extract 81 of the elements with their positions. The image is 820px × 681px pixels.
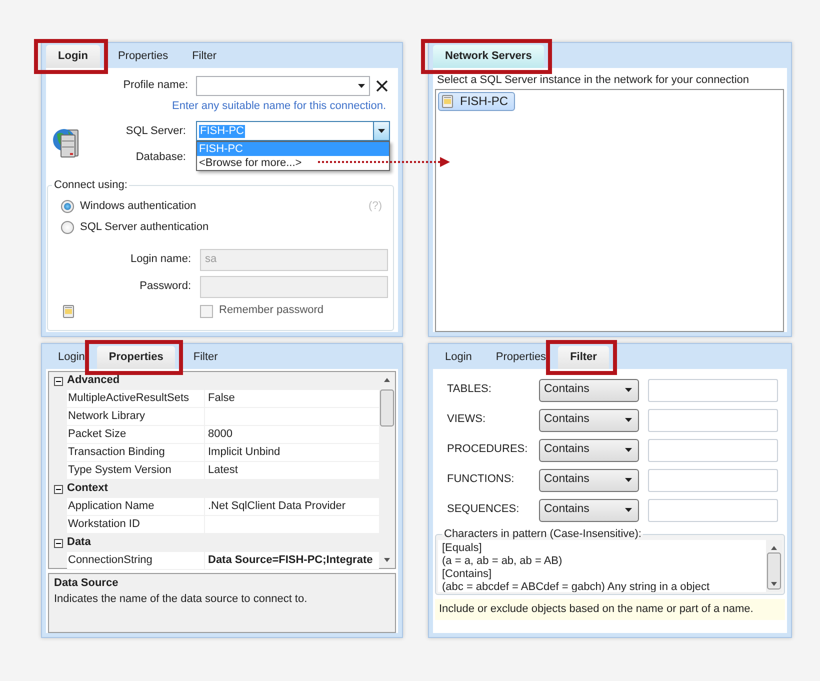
collapse-icon[interactable] <box>54 538 62 548</box>
caret-icon <box>625 418 632 422</box>
property-value: False <box>205 390 379 408</box>
tab[interactable]: Properties <box>106 44 180 68</box>
filter-input-field[interactable] <box>648 438 778 462</box>
field-label: VIEWS: <box>447 413 487 427</box>
collapse-icon[interactable] <box>54 376 62 386</box>
property-name: Transaction Binding <box>67 444 205 462</box>
pattern-line: [Contains] <box>442 568 493 581</box>
match-mode-dropdown[interactable]: Contains <box>539 438 639 462</box>
tab[interactable]: Login <box>433 346 484 369</box>
tab[interactable]: Filter <box>558 346 609 369</box>
caret-icon <box>625 508 632 512</box>
caret-icon <box>625 448 632 452</box>
filter-input-field[interactable] <box>648 468 778 492</box>
field-label: Login name: <box>129 252 191 266</box>
property-name: ConnectionString <box>67 552 205 570</box>
field-label: SEQUENCES: <box>447 503 520 517</box>
scrollbar[interactable] <box>766 540 782 592</box>
close-icon[interactable] <box>376 80 388 92</box>
field-label: FUNCTIONS: <box>447 473 516 487</box>
property-name: Type System Version <box>67 462 205 480</box>
filter-input-field[interactable] <box>648 498 778 522</box>
tab[interactable]: Login <box>46 44 100 68</box>
group-title: Characters in pattern (Case-Insensitive): <box>443 529 642 540</box>
filter-input-field[interactable] <box>648 408 778 432</box>
pattern-line: [Equals] <box>442 542 483 555</box>
property-name: MultipleActiveResultSets <box>67 390 205 408</box>
property-name: Network Library <box>67 408 205 426</box>
tab[interactable]: Filter <box>180 44 229 68</box>
caret-icon <box>625 478 632 482</box>
tab[interactable]: Login <box>46 346 97 369</box>
field-label: Profile name: <box>122 79 188 93</box>
tab[interactable]: Network Servers <box>433 44 544 68</box>
field-label: Password: <box>138 280 191 294</box>
match-mode-dropdown[interactable]: Contains <box>539 378 639 402</box>
scrollbar[interactable] <box>379 372 395 568</box>
property-value: .Net SqlClient Data Provider <box>205 498 379 516</box>
description-title: Data Source <box>54 577 120 590</box>
caret-icon <box>625 388 632 392</box>
pattern-line: (a = a, ab = ab, ab = AB) <box>442 555 564 568</box>
field-label: PROCEDURES: <box>447 443 529 457</box>
caret-icon <box>358 84 365 88</box>
hint-text: Enter any suitable name for this connection. <box>170 100 387 114</box>
match-mode-dropdown[interactable]: Contains <box>539 408 639 432</box>
description-text: Indicates the name of the data source to connect to. <box>54 593 308 606</box>
property-name: Packet Size <box>67 426 205 444</box>
collapse-icon[interactable] <box>54 484 62 494</box>
radio-button[interactable] <box>61 200 74 214</box>
field-label: SQL Server: <box>124 124 186 138</box>
filter-input-field[interactable] <box>648 378 778 402</box>
instruction-text: Select a SQL Server instance in the network for your connection <box>436 74 750 88</box>
radio-label: Windows authentication <box>80 200 196 214</box>
radio-button[interactable] <box>61 221 74 234</box>
group-title: Connect using: <box>53 180 128 192</box>
document-icon <box>441 94 454 110</box>
property-value: 8000 <box>205 426 379 444</box>
tab[interactable]: Properties <box>484 346 558 369</box>
property-name: Workstation ID <box>67 516 205 534</box>
document-icon <box>62 304 75 319</box>
tab[interactable]: Filter <box>181 346 230 369</box>
dropdown-option[interactable]: <Browse for more...> <box>197 156 389 170</box>
field-label: TABLES: <box>447 383 492 397</box>
match-mode-dropdown[interactable]: Contains <box>539 468 639 492</box>
field-label: Database: <box>134 150 186 164</box>
property-value: Latest <box>205 462 379 480</box>
selected-text: FISH-PC <box>199 124 245 138</box>
pattern-line: (abc = abcdef = ABCdef = gabch) Any string in a object <box>442 581 711 592</box>
server-list[interactable]: FISH-PC <box>435 89 784 332</box>
property-name: Application Name <box>67 498 205 516</box>
checkbox-label: Remember password <box>219 304 324 318</box>
dropdown-button[interactable] <box>373 122 389 140</box>
profile-name-combobox[interactable] <box>196 76 370 96</box>
server-list-item[interactable]: FISH-PC <box>438 92 515 112</box>
match-mode-dropdown[interactable]: Contains <box>539 498 639 522</box>
status-hint: Include or exclude objects based on the name or part of a name. <box>435 599 785 620</box>
tab[interactable]: Properties <box>96 346 176 369</box>
property-value: Data Source=FISH-PC;Integrate <box>205 552 379 570</box>
radio-label: SQL Server authentication <box>80 221 209 235</box>
property-value: Implicit Unbind <box>205 444 379 462</box>
caret-icon <box>378 129 385 134</box>
